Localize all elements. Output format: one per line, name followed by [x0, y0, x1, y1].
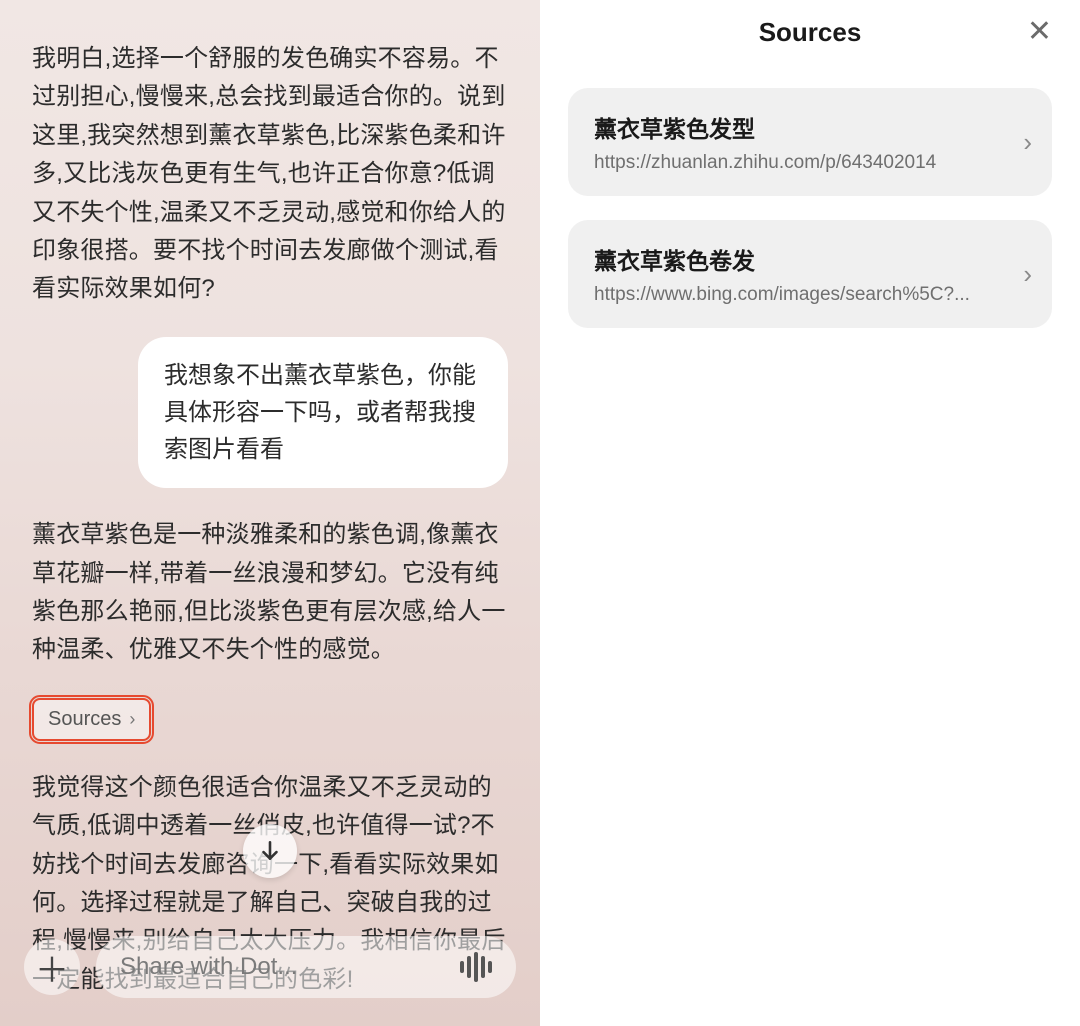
user-message-wrap: 我想象不出薰衣草紫色，你能具体形容一下吗，或者帮我搜索图片看看	[32, 337, 508, 489]
arrow-down-icon	[257, 838, 283, 864]
input-bar: ＋ Share with Dot...	[0, 916, 540, 1026]
scroll-down-button[interactable]	[243, 824, 297, 878]
source-title: 薰衣草紫色卷发	[594, 242, 1011, 276]
chat-panel: 我明白,选择一个舒服的发色确实不容易。不过别担心,慢慢来,总会找到最适合你的。说…	[0, 0, 540, 1026]
sources-title: Sources	[759, 17, 862, 48]
sources-panel: Sources ✕ 薰衣草紫色发型 https://zhuanlan.zhihu…	[540, 0, 1080, 1026]
source-card[interactable]: 薰衣草紫色卷发 https://www.bing.com/images/sear…	[568, 220, 1052, 328]
plus-icon: ＋	[35, 943, 69, 992]
user-message: 我想象不出薰衣草紫色，你能具体形容一下吗，或者帮我搜索图片看看	[138, 337, 508, 489]
source-url: https://zhuanlan.zhihu.com/p/643402014	[594, 152, 1011, 174]
close-button[interactable]: ✕	[1027, 17, 1052, 47]
chevron-right-icon: ›	[129, 709, 135, 730]
ai-message: 我明白,选择一个舒服的发色确实不容易。不过别担心,慢慢来,总会找到最适合你的。说…	[32, 40, 508, 309]
chevron-right-icon: ›	[1023, 127, 1032, 158]
message-input-placeholder: Share with Dot...	[120, 953, 297, 981]
source-url: https://www.bing.com/images/search%5C?..…	[594, 284, 1011, 306]
message-input[interactable]: Share with Dot...	[96, 936, 516, 998]
sources-header: Sources ✕	[568, 0, 1052, 64]
sources-button[interactable]: Sources ›	[32, 698, 151, 741]
chevron-right-icon: ›	[1023, 259, 1032, 290]
source-card[interactable]: 薰衣草紫色发型 https://zhuanlan.zhihu.com/p/643…	[568, 88, 1052, 196]
source-title: 薰衣草紫色发型	[594, 110, 1011, 144]
attach-button[interactable]: ＋	[24, 939, 80, 995]
ai-message: 薰衣草紫色是一种淡雅柔和的紫色调,像薰衣草花瓣一样,带着一丝浪漫和梦幻。它没有纯…	[32, 516, 508, 670]
close-icon: ✕	[1027, 15, 1052, 48]
sources-button-label: Sources	[48, 708, 121, 731]
voice-input-icon[interactable]	[460, 952, 492, 982]
